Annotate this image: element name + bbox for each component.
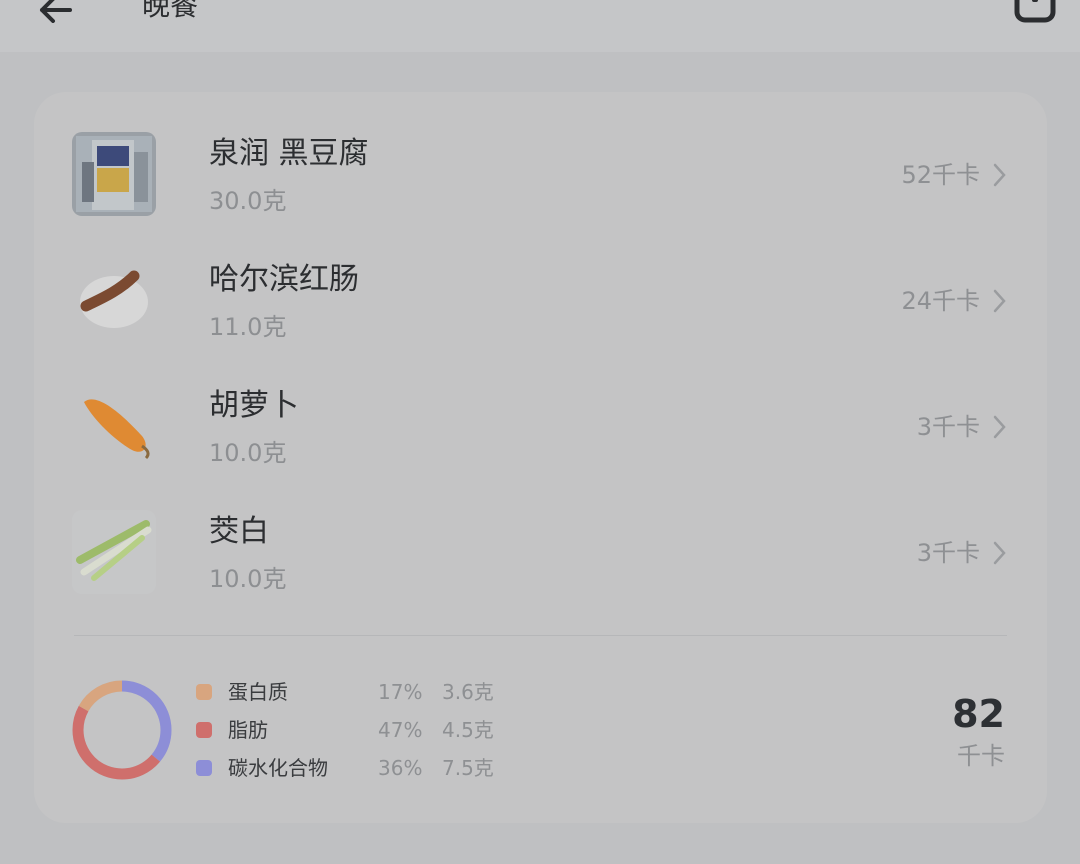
legend-name: 脂肪 — [228, 718, 268, 742]
total-calories: 82 — [952, 692, 1005, 736]
legend-row-protein: 蛋白质 17% 3.6克 — [196, 678, 516, 712]
legend-row-carbs: 碳水化合物 36% 7.5克 — [196, 754, 516, 788]
list-item[interactable]: 胡萝卜 10.0克 3千卡 — [72, 384, 1012, 484]
list-item[interactable]: 茭白 10.0克 3千卡 — [72, 510, 1012, 610]
sausage-image — [72, 258, 156, 342]
back-button[interactable] — [36, 0, 76, 30]
tofu-image — [72, 132, 156, 216]
food-name: 泉润 黑豆腐 — [209, 136, 369, 171]
food-kcal: 24千卡 — [901, 287, 980, 315]
food-amount: 11.0克 — [209, 313, 287, 341]
food-amount: 10.0克 — [209, 565, 287, 593]
top-bar: 晚餐 — [0, 0, 1080, 52]
food-amount: 10.0克 — [209, 439, 287, 467]
carrot-image — [72, 384, 156, 468]
legend-percent: 36% — [378, 756, 423, 780]
device-icon — [1014, 0, 1056, 23]
fat-color-swatch — [196, 722, 212, 738]
food-name: 哈尔滨红肠 — [209, 262, 359, 297]
legend-name: 碳水化合物 — [228, 756, 328, 780]
food-name: 胡萝卜 — [209, 388, 299, 423]
legend-grams: 3.6克 — [442, 680, 494, 704]
food-kcal: 3千卡 — [916, 413, 980, 441]
chevron-right-icon — [993, 415, 1006, 439]
meal-card: 泉润 黑豆腐 30.0克 52千卡 哈尔滨红肠 11.0克 24千卡 胡萝卜 1… — [34, 92, 1047, 823]
list-item[interactable]: 哈尔滨红肠 11.0克 24千卡 — [72, 258, 1012, 358]
save-button[interactable] — [1014, 0, 1056, 26]
divider — [74, 635, 1007, 636]
carbs-color-swatch — [196, 760, 212, 776]
chevron-right-icon — [993, 289, 1006, 313]
food-name: 茭白 — [209, 514, 269, 549]
food-kcal: 52千卡 — [901, 161, 980, 189]
protein-color-swatch — [196, 684, 212, 700]
legend-row-fat: 脂肪 47% 4.5克 — [196, 716, 516, 750]
legend-grams: 4.5克 — [442, 718, 494, 742]
food-kcal: 3千卡 — [916, 539, 980, 567]
legend-grams: 7.5克 — [442, 756, 494, 780]
chevron-right-icon — [993, 541, 1006, 565]
nutrition-donut — [72, 680, 172, 780]
list-item[interactable]: 泉润 黑豆腐 30.0克 52千卡 — [72, 132, 1012, 232]
page-title: 晚餐 — [142, 0, 199, 22]
arrow-left-icon — [40, 0, 72, 23]
chevron-right-icon — [993, 163, 1006, 187]
food-amount: 30.0克 — [209, 187, 287, 215]
water-bamboo-image — [72, 510, 156, 594]
legend-percent: 47% — [378, 718, 423, 742]
legend-name: 蛋白质 — [228, 680, 288, 704]
legend-percent: 17% — [378, 680, 423, 704]
total-calories-unit: 千卡 — [957, 742, 1005, 770]
